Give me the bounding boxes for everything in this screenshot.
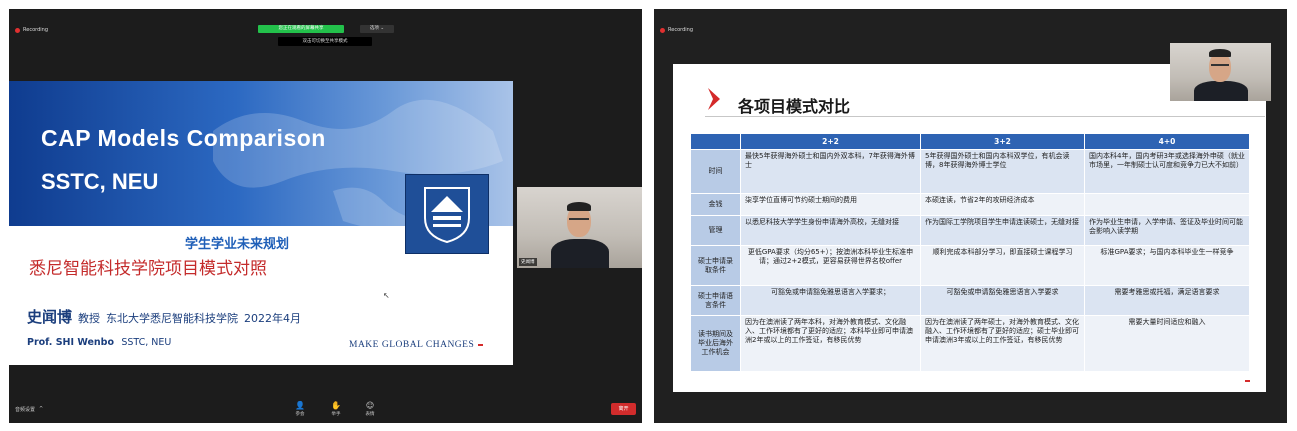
- recording-label: Recording: [668, 27, 694, 33]
- table-cell: 因为在澳洲读了两年本科，对海外教育模式、文化融入、工作环境都有了更好的适应；本科…: [740, 315, 921, 372]
- meeting-toolbar: 音频设置 ^ 👤 参会 ✋ 举手 ☺ 表情 离开: [9, 397, 642, 423]
- tagline-text: MAKE GLOBAL CHANGES: [349, 340, 475, 350]
- table-header-row: 2+2 3+2 4+0: [690, 133, 1250, 150]
- record-dot-icon: [660, 27, 665, 33]
- column-header: 3+2: [920, 133, 1085, 150]
- presenter-en-affil: SSTC, NEU: [121, 337, 172, 348]
- column-header: [690, 133, 741, 150]
- row-header: 时间: [690, 149, 741, 194]
- reactions-button[interactable]: ☺ 表情: [361, 401, 379, 417]
- red-chevron-icon: [708, 88, 720, 110]
- shared-slide-comparison: 各项目模式对比 2+2 3+2 4+0 时间 最快5年获得海外硕士和国内外双本科…: [673, 64, 1266, 392]
- table-row: 硕士申请录取条件 更低GPA要求（均分65+）；按澳洲本科毕业生标准申请；通过2…: [690, 245, 1250, 286]
- comparison-table: 2+2 3+2 4+0 时间 最快5年获得海外硕士和国内外双本科，7年获得海外博…: [690, 133, 1250, 372]
- title-divider: [705, 116, 1265, 117]
- participants-label: 参会: [295, 412, 305, 417]
- table-cell: 顺利完成本科部分学习，即直接硕士课程学习: [920, 245, 1085, 286]
- mouse-cursor-icon: ↖: [383, 291, 390, 300]
- slide-title-line1: CAP Models Comparison: [41, 125, 326, 151]
- presenter-info: 史闻博 教授 东北大学悉尼智能科技学院 2022年4月: [27, 306, 301, 327]
- record-dot-icon: [15, 27, 20, 33]
- presenter-name: 史闻博: [27, 308, 73, 326]
- table-cell: 作为国际工学院项目学生申请连读硕士，无缝对接: [920, 215, 1085, 246]
- crest-icon: [424, 187, 470, 244]
- table-row: 时间 最快5年获得海外硕士和国内外双本科，7年获得海外博士 5年获得国外硕士和国…: [690, 149, 1250, 194]
- presenter-en-name: Prof. SHI Wenbo: [27, 337, 115, 348]
- slide-title: 各项目模式对比: [738, 97, 851, 116]
- shared-slide-title: CAP Models Comparison SSTC, NEU 学生学业未来规划…: [9, 81, 513, 365]
- row-header: 读书期间及毕业后海外工作机会: [690, 315, 741, 372]
- university-crest-logo: [405, 174, 489, 254]
- right-meeting-window: Recording 各项目模式对比 2+2 3+2 4+0 时间 最快5年获得海…: [654, 9, 1287, 423]
- table-row: 管理 以悉尼科技大学学生身份申请海外高校，无缝对接 作为国际工学院项目学生申请连…: [690, 215, 1250, 246]
- table-cell: 作为毕业生申请，入学申请、签证及毕业时间可能会影响入读学期: [1084, 215, 1250, 246]
- table-row: 硕士申请语言条件 可豁免或申请豁免雅思语言入学要求； 可豁免或申请豁免雅思语言入…: [690, 285, 1250, 316]
- presenter-affiliation: 东北大学悉尼智能科技学院: [106, 312, 239, 325]
- reactions-label: 表情: [365, 412, 375, 417]
- presenter-en: Prof. SHI Wenbo SSTC, NEU: [27, 337, 171, 348]
- share-options-button[interactable]: 选项 ⌄: [360, 25, 394, 33]
- recording-indicator: Recording: [15, 27, 48, 33]
- table-cell: 本硕连读，节省2年的攻研经济成本: [920, 193, 1085, 216]
- hand-icon: ✋: [331, 401, 341, 410]
- leave-meeting-button[interactable]: 离开: [611, 403, 636, 415]
- presenter-title: 教授: [78, 312, 101, 325]
- slide-tagline: MAKE GLOBAL CHANGES: [349, 340, 484, 350]
- table-cell: 可豁免或申请豁免雅思语言入学要求: [920, 285, 1085, 316]
- table-cell: 标准GPA要求；与国内本科毕业生一样竞争: [1084, 245, 1250, 286]
- user-icon: 👤: [295, 401, 305, 410]
- table-row: 金钱 柒享学位直博可节约硕士期间的费用 本硕连读，节省2年的攻研经济成本: [690, 193, 1250, 216]
- recording-indicator: Recording: [660, 27, 693, 33]
- share-hint-tooltip: 双击可切换至共享模式: [278, 37, 372, 46]
- audio-settings-button[interactable]: 音频设置 ^: [15, 406, 43, 413]
- table-cell: 以悉尼科技大学学生身份申请海外高校，无缝对接: [740, 215, 921, 246]
- participant-video-tile[interactable]: [1170, 43, 1271, 101]
- slide-title-line2: SSTC, NEU: [41, 169, 159, 194]
- table-cell: 可豁免或申请豁免雅思语言入学要求；: [740, 285, 921, 316]
- column-header: 4+0: [1084, 133, 1250, 150]
- table-cell: 因为在澳洲读了两年硕士，对海外教育模式、文化融入、工作环境都有了更好的适应；硕士…: [920, 315, 1085, 372]
- row-header: 金钱: [690, 193, 741, 216]
- participant-name-label: 史闻博: [519, 258, 537, 266]
- participants-button[interactable]: 👤 参会: [291, 401, 309, 417]
- slide-subtitle-blue: 学生学业未来规划: [185, 237, 290, 252]
- table-cell: 需要考雅思或托福，满足语言要求: [1084, 285, 1250, 316]
- table-cell: 5年获得国外硕士和国内本科双学位，有机会读博，8年获得海外博士学位: [920, 149, 1085, 194]
- table-cell: [1084, 193, 1250, 216]
- table-cell: 柒享学位直博可节约硕士期间的费用: [740, 193, 921, 216]
- table-cell: 更低GPA要求（均分65+）；按澳洲本科毕业生标准申请；通过2+2模式，更容易获…: [740, 245, 921, 286]
- recording-label: Recording: [23, 27, 49, 33]
- table-cell: 需要大量时间适应和融入: [1084, 315, 1250, 372]
- table-cell: 最快5年获得海外硕士和国内外双本科，7年获得海外博士: [740, 149, 921, 194]
- left-meeting-window: Recording 您正在观看的屏幕共享 选项 ⌄ 双击可切换至共享模式 CAP…: [9, 9, 642, 423]
- caret-up-icon: ^: [39, 406, 44, 412]
- row-header: 硕士申请录取条件: [690, 245, 741, 286]
- slide-subtitle-red: 悉尼智能科技学院项目模式对照: [29, 259, 267, 279]
- red-mark: [478, 343, 484, 346]
- presenter-date: 2022年4月: [244, 312, 302, 325]
- column-header: 2+2: [740, 133, 921, 150]
- participant-video-tile[interactable]: 史闻博: [517, 187, 642, 268]
- row-header: 硕士申请语言条件: [690, 285, 741, 316]
- table-row: 读书期间及毕业后海外工作机会 因为在澳洲读了两年本科，对海外教育模式、文化融入、…: [690, 315, 1250, 372]
- raise-hand-button[interactable]: ✋ 举手: [327, 401, 345, 417]
- table-cell: 国内本科4年，国内考研3年或选择海外申硕（就业市场里，一年制硕士认可度和竞争力已…: [1084, 149, 1250, 194]
- audio-settings-label: 音频设置: [15, 407, 36, 413]
- screen-share-banner[interactable]: 您正在观看的屏幕共享: [258, 25, 344, 33]
- raise-hand-label: 举手: [331, 412, 341, 417]
- row-header: 管理: [690, 215, 741, 246]
- reaction-icon: ☺: [365, 401, 375, 410]
- red-mark: [1245, 380, 1250, 382]
